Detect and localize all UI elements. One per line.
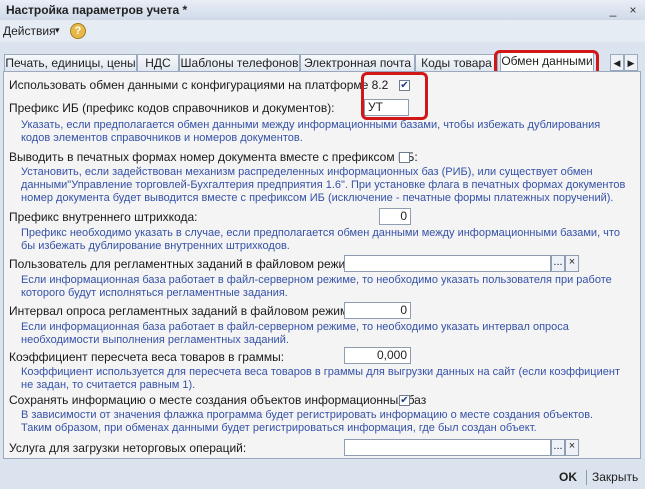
- prefix-ib-label: Префикс ИБ (префикс кодов справочников и…: [9, 101, 335, 115]
- barcode-prefix-hint: Префикс необходимо указать в случае, есл…: [21, 227, 620, 252]
- toolbar: [0, 20, 645, 42]
- window-title: Настройка параметров учета *: [6, 3, 188, 17]
- save-origin-checkbox[interactable]: ✔: [399, 395, 410, 406]
- print-prefix-label: Выводить в печатных формах номер докумен…: [9, 150, 418, 164]
- prefix-ib-hint: Указать, если предполагается обмен данны…: [21, 119, 601, 144]
- weight-coef-input[interactable]: 0,000: [344, 347, 411, 364]
- scheduled-user-input[interactable]: [344, 255, 551, 272]
- scheduled-user-hint: Если информационная база работает в файл…: [21, 274, 612, 299]
- tab-vat[interactable]: НДС: [137, 54, 179, 71]
- tab-printing[interactable]: Печать, единицы, цены: [4, 54, 137, 71]
- help-icon[interactable]: ?: [70, 23, 86, 39]
- save-origin-label: Сохранять информацию о месте создания об…: [9, 393, 427, 407]
- scheduled-user-clear-icon[interactable]: ×: [565, 255, 579, 272]
- footer-bar: [0, 466, 645, 489]
- ok-button[interactable]: OK: [559, 470, 577, 484]
- save-origin-hint: В зависимости от значения флажка програм…: [21, 409, 594, 434]
- poll-interval-label: Интервал опроса регламентных заданий в ф…: [9, 304, 359, 318]
- weight-coef-hint: Коэффициент используется для пересчета в…: [21, 366, 620, 391]
- scheduled-user-select-button[interactable]: ...: [551, 255, 565, 272]
- tab-product-codes[interactable]: Коды товара: [415, 54, 498, 71]
- poll-interval-hint: Если информационная база работает в файл…: [21, 321, 569, 346]
- minimize-button[interactable]: _: [606, 4, 620, 16]
- upload-service-clear-icon[interactable]: ×: [565, 439, 579, 456]
- print-prefix-hint: Установить, если задействован механизм р…: [21, 166, 626, 204]
- footer-divider: [586, 470, 587, 485]
- barcode-prefix-input[interactable]: 0: [379, 208, 411, 225]
- tab-scroll-left-icon[interactable]: ◀: [610, 54, 624, 71]
- upload-service-select-button[interactable]: ...: [551, 439, 565, 456]
- highlight-prefix: [361, 72, 428, 120]
- poll-interval-input[interactable]: 0: [344, 302, 411, 319]
- check-icon: ✔: [400, 395, 409, 406]
- scheduled-user-label: Пользователь для регламентных заданий в …: [9, 257, 364, 271]
- barcode-prefix-label: Префикс внутреннего штрихкода:: [9, 210, 198, 224]
- upload-service-label: Услуга для загрузки неторговых операций:: [9, 441, 247, 455]
- tab-email[interactable]: Электронная почта: [300, 54, 415, 71]
- actions-menu[interactable]: Действия: [3, 24, 56, 38]
- chevron-down-icon[interactable]: ▾: [55, 25, 60, 36]
- weight-coef-label: Коэффициент пересчета веса товаров в гра…: [9, 350, 285, 364]
- tab-scroll-right-icon[interactable]: ▶: [624, 54, 638, 71]
- close-window-button[interactable]: ×: [626, 4, 640, 16]
- close-button[interactable]: Закрыть: [592, 470, 638, 484]
- tab-phone-templates[interactable]: Шаблоны телефонов: [179, 54, 300, 71]
- use-exchange-label: Использовать обмен данными с конфигураци…: [9, 78, 389, 92]
- print-prefix-checkbox[interactable]: [399, 152, 410, 163]
- upload-service-input[interactable]: [344, 439, 551, 456]
